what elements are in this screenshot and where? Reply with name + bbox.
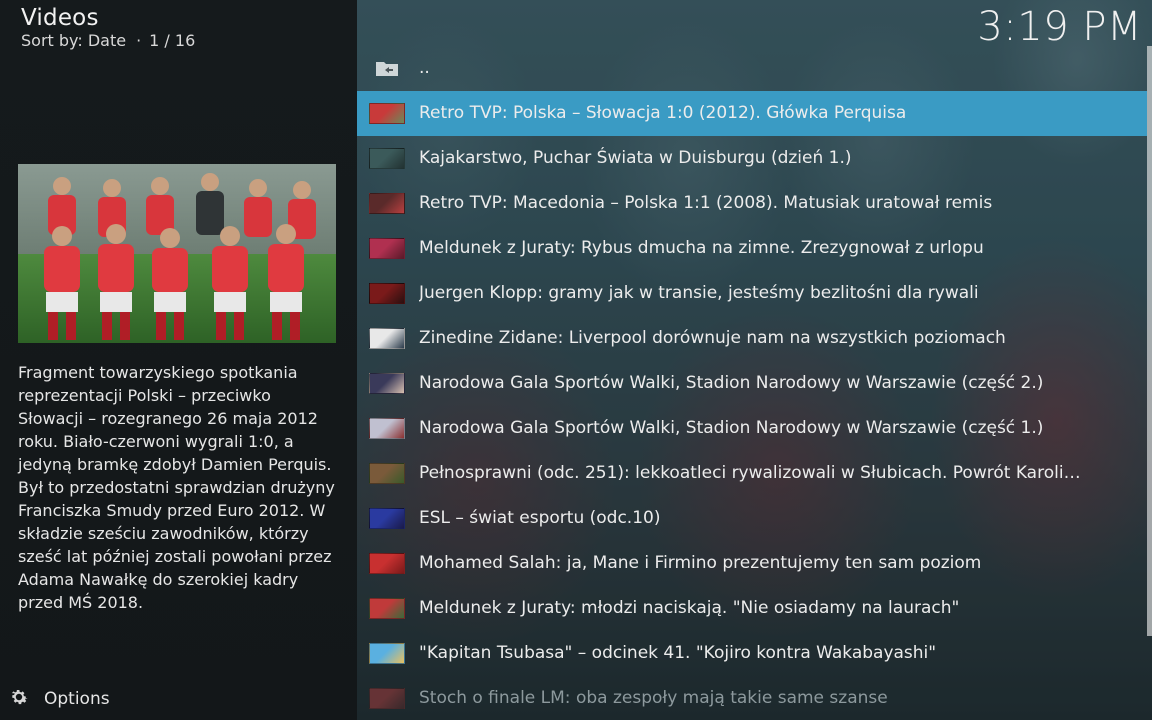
separator-dot: · xyxy=(136,31,142,50)
list-item-label: Juergen Klopp: gramy jak w transie, jest… xyxy=(419,283,979,303)
sort-info: Sort by: Date · 1 / 16 xyxy=(21,31,195,50)
list-item[interactable]: Meldunek z Juraty: Rybus dmucha na zimne… xyxy=(357,226,1147,271)
window-title: Videos xyxy=(21,5,99,31)
list-item[interactable]: Narodowa Gala Sportów Walki, Stadion Nar… xyxy=(357,361,1147,406)
list-item-label: Zinedine Zidane: Liverpool dorównuje nam… xyxy=(419,328,1006,348)
list-item[interactable]: Retro TVP: Macedonia – Polska 1:1 (2008)… xyxy=(357,181,1147,226)
video-thumbnail-icon xyxy=(369,103,405,124)
video-thumbnail-icon xyxy=(369,418,405,439)
video-thumbnail-icon xyxy=(369,643,405,664)
item-position: 1 / 16 xyxy=(149,31,196,50)
list-item[interactable]: Narodowa Gala Sportów Walki, Stadion Nar… xyxy=(357,406,1147,451)
list-item[interactable]: Juergen Klopp: gramy jak w transie, jest… xyxy=(357,271,1147,316)
video-thumbnail-icon xyxy=(369,508,405,529)
list-scrollbar[interactable] xyxy=(1147,46,1152,636)
options-label: Options xyxy=(44,689,110,709)
list-item-label: Pełnosprawni (odc. 251): lekkoatleci ryw… xyxy=(419,463,1089,483)
list-item[interactable]: Mohamed Salah: ja, Mane i Firmino prezen… xyxy=(357,541,1147,586)
list-item[interactable]: Zinedine Zidane: Liverpool dorównuje nam… xyxy=(357,316,1147,361)
list-item-label: Meldunek z Juraty: młodzi naciskają. "Ni… xyxy=(419,598,960,618)
video-thumbnail-icon xyxy=(369,238,405,259)
list-item-label: Narodowa Gala Sportów Walki, Stadion Nar… xyxy=(419,418,1044,438)
list-item-label: Kajakarstwo, Puchar Świata w Duisburgu (… xyxy=(419,148,852,168)
list-item-label: .. xyxy=(419,58,430,78)
video-thumbnail-icon xyxy=(369,148,405,169)
list-item[interactable]: Stoch o finale LM: oba zespoły mają taki… xyxy=(357,676,1147,720)
list-item-label: Retro TVP: Polska – Słowacja 1:0 (2012).… xyxy=(419,103,907,123)
selected-item-thumbnail xyxy=(18,164,336,343)
list-item-label: ESL – świat esportu (odc.10) xyxy=(419,508,661,528)
video-thumbnail-icon xyxy=(369,373,405,394)
video-thumbnail-icon xyxy=(369,328,405,349)
list-item[interactable]: Meldunek z Juraty: młodzi naciskają. "Ni… xyxy=(357,586,1147,631)
list-item-label: Mohamed Salah: ja, Mane i Firmino prezen… xyxy=(419,553,982,573)
video-thumbnail-icon xyxy=(369,463,405,484)
video-thumbnail-icon xyxy=(369,193,405,214)
list-item-label: Narodowa Gala Sportów Walki, Stadion Nar… xyxy=(419,373,1044,393)
plot-text: Fragment towarzyskiego spotkania repreze… xyxy=(18,363,335,612)
video-thumbnail-icon xyxy=(369,553,405,574)
list-item[interactable]: Retro TVP: Polska – Słowacja 1:0 (2012).… xyxy=(357,91,1147,136)
list-item[interactable]: Kajakarstwo, Puchar Świata w Duisburgu (… xyxy=(357,136,1147,181)
folder-back-icon xyxy=(375,58,399,79)
gear-icon xyxy=(8,686,30,712)
list-item[interactable]: ESL – świat esportu (odc.10) xyxy=(357,496,1147,541)
list-item[interactable]: "Kapitan Tsubasa" – odcinek 41. "Kojiro … xyxy=(357,631,1147,676)
list-item-label: Retro TVP: Macedonia – Polska 1:1 (2008)… xyxy=(419,193,993,213)
parent-folder-item[interactable]: .. xyxy=(357,46,1147,91)
video-thumbnail-icon xyxy=(369,688,405,709)
sort-label[interactable]: Sort by: Date xyxy=(21,31,126,50)
video-thumbnail-icon xyxy=(369,598,405,619)
list-item[interactable]: Pełnosprawni (odc. 251): lekkoatleci ryw… xyxy=(357,451,1147,496)
list-item-label: "Kapitan Tsubasa" – odcinek 41. "Kojiro … xyxy=(419,643,937,663)
list-item-label: Stoch o finale LM: oba zespoły mają taki… xyxy=(419,688,888,708)
options-button[interactable]: Options xyxy=(8,686,110,712)
video-list: .. Retro TVP: Polska – Słowacja 1:0 (2012… xyxy=(357,46,1147,720)
clock: 3:19 PM xyxy=(977,4,1142,50)
list-item-label: Meldunek z Juraty: Rybus dmucha na zimne… xyxy=(419,238,984,258)
kodi-videos-window: Videos Sort by: Date · 1 / 16 3:19 PM Fr… xyxy=(0,0,1152,720)
video-thumbnail-icon xyxy=(369,283,405,304)
